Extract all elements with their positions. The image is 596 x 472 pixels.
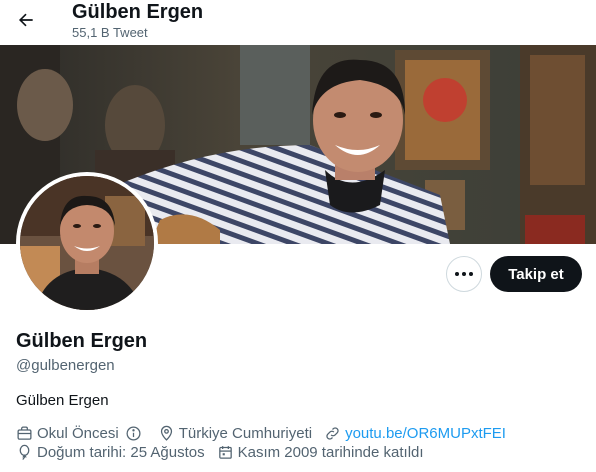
back-button[interactable] [8, 2, 44, 38]
profile-category: Okul Öncesi [16, 425, 146, 442]
balloon-icon [19, 444, 30, 460]
profile-avatar-frame[interactable] [16, 172, 158, 314]
profile-website-link[interactable]: youtu.be/OR6MUPxtFEI [345, 425, 506, 442]
profile-location: Türkiye Cumhuriyeti [158, 425, 312, 442]
arrow-left-icon [18, 13, 33, 27]
profile-meta-row-1: Okul Öncesi Türkiye Cumhuriyeti youtu.be… [16, 423, 518, 443]
profile-birthday-label: Doğum tarihi: 25 Ağustos [37, 443, 205, 461]
briefcase-icon [17, 425, 32, 440]
profile-birthday: Doğum tarihi: 25 Ağustos [16, 444, 205, 461]
profile-meta-row-2: Doğum tarihi: 25 Ağustos Kasım 2009 tari… [16, 442, 436, 462]
profile-joined: Kasım 2009 tarihinde katıldı [217, 444, 424, 461]
follow-button[interactable]: Takip et [490, 256, 582, 292]
profile-top-bar: Gülben Ergen 55,1 B Tweet [0, 0, 596, 45]
avatar[interactable] [20, 176, 154, 310]
profile-handle: @gulbenergen [16, 357, 115, 374]
profile-name: Gülben Ergen [16, 330, 148, 352]
info-circle-icon[interactable] [125, 425, 142, 442]
profile-location-label: Türkiye Cumhuriyeti [178, 424, 313, 442]
more-options-button[interactable] [446, 256, 482, 292]
profile-joined-label: Kasım 2009 tarihinde katıldı [237, 443, 424, 461]
link-icon [326, 426, 339, 440]
header-profile-name: Gülben Ergen [72, 1, 204, 23]
profile-category-label: Okul Öncesi [37, 424, 119, 442]
profile-website[interactable]: youtu.be/OR6MUPxtFEI [324, 425, 506, 442]
calendar-icon [218, 445, 232, 459]
header-tweet-count: 55,1 B Tweet [72, 25, 148, 40]
profile-bio: Gülben Ergen [16, 392, 109, 409]
location-pin-icon [160, 425, 172, 441]
more-horizontal-icon [455, 272, 459, 276]
